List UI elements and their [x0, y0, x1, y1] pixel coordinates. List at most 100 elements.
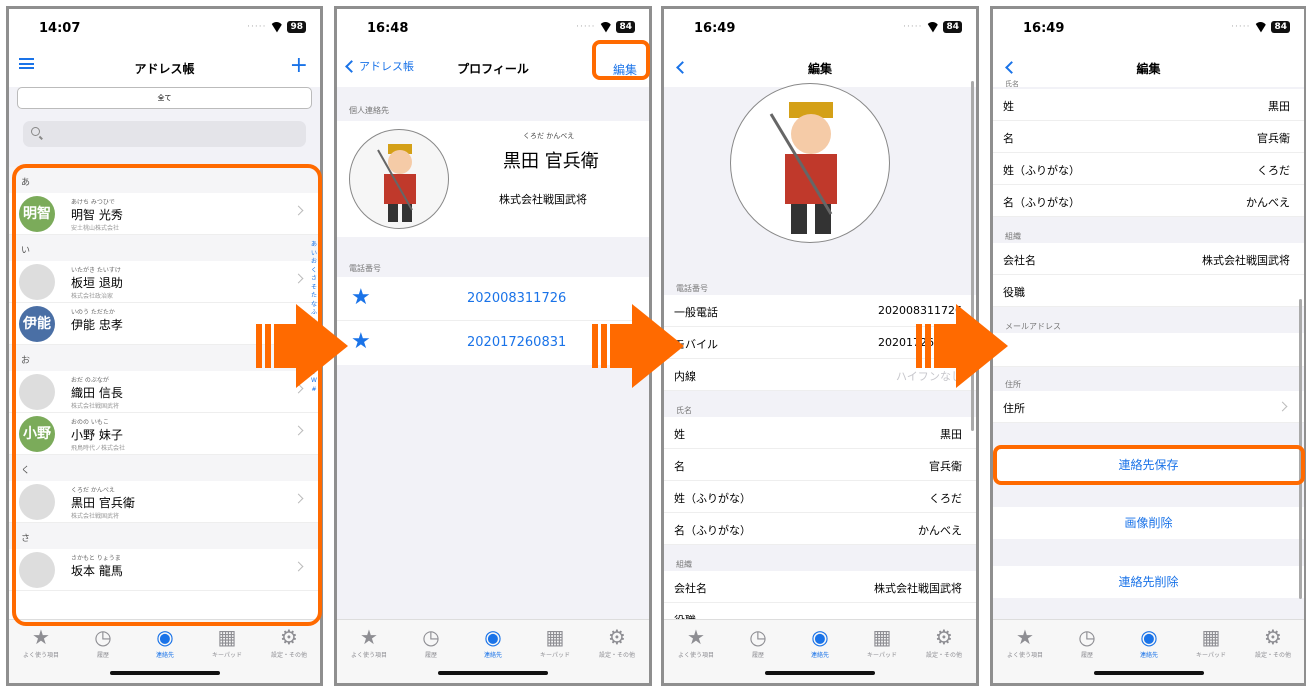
form-row[interactable]: 姓（ふりがな） くろだ — [664, 481, 976, 513]
tab-keypad[interactable]: ▦ キーパッド — [525, 626, 585, 659]
profile-card: くろだ かんべえ 黒田 官兵衛 株式会社戦国武将 — [337, 121, 649, 237]
field-value: 官兵衛 — [929, 460, 962, 473]
delete-contact-button[interactable]: 連絡先削除 — [993, 566, 1304, 598]
gear-icon: ⚙ — [280, 625, 298, 649]
form-row[interactable]: 名（ふりがな） かんべえ — [664, 513, 976, 545]
gear-icon: ⚙ — [608, 625, 626, 649]
field-label: 名（ふりがな） — [674, 524, 751, 537]
tab-clock[interactable]: ◷ 履歴 — [1057, 626, 1117, 659]
search-input[interactable] — [23, 121, 306, 147]
field-label: 名 — [674, 460, 685, 473]
tab-clock[interactable]: ◷ 履歴 — [401, 626, 461, 659]
avatar-editable[interactable] — [730, 83, 890, 243]
tab-star[interactable]: ★ よく使う項目 — [339, 626, 399, 659]
tab-label: よく使う項目 — [1006, 652, 1043, 659]
person-circle-icon: ◉ — [156, 625, 174, 649]
form-row[interactable]: 会社名 株式会社戦国武将 — [664, 571, 976, 603]
contact-company: 株式会社戦国武将 — [499, 193, 587, 206]
tab-gear[interactable]: ⚙ 設定・その他 — [587, 626, 647, 659]
tab-clock[interactable]: ◷ 履歴 — [728, 626, 788, 659]
tab-person-circle[interactable]: ◉ 連絡先 — [463, 626, 523, 659]
field-label: 会社名 — [1003, 254, 1036, 267]
gear-icon: ⚙ — [1264, 625, 1282, 649]
clock-icon: ◷ — [94, 625, 112, 649]
star-icon: ★ — [360, 625, 378, 649]
form-row[interactable]: 役職 — [993, 275, 1304, 307]
battery-indicator: 84 — [1271, 21, 1290, 33]
section-label-org: 組織 — [676, 560, 692, 569]
tab-gear[interactable]: ⚙ 設定・その他 — [1243, 626, 1303, 659]
form-row[interactable]: 名（ふりがな） かんべえ — [993, 185, 1304, 217]
tab-label: キーパッド — [540, 652, 570, 659]
tab-label: よく使う項目 — [677, 652, 714, 659]
tab-keypad[interactable]: ▦ キーパッド — [197, 626, 257, 659]
tab-keypad[interactable]: ▦ キーパッド — [852, 626, 912, 659]
field-label: 姓（ふりがな） — [1003, 164, 1080, 177]
tab-label: 設定・その他 — [598, 652, 635, 659]
battery-indicator: 98 — [287, 21, 306, 33]
field-value: 黒田 — [940, 428, 962, 441]
tab-label: 履歴 — [751, 652, 764, 659]
tab-label: よく使う項目 — [22, 652, 59, 659]
keypad-icon: ▦ — [1201, 625, 1221, 649]
section-label-mail: メールアドレス — [1005, 322, 1061, 331]
wifi-icon — [1254, 22, 1267, 32]
field-label: 姓 — [1003, 100, 1014, 113]
samurai-illustration — [377, 144, 416, 222]
highlight-save-button — [993, 445, 1305, 485]
chevron-right-icon — [1277, 401, 1288, 412]
filter-segment-all[interactable]: 全て — [17, 87, 312, 109]
screen-edit-bottom: 16:49 ····· 84 編集 氏名 姓 黒田名 官兵衛 姓（ふりがな） くろだ 名（ふ… — [990, 6, 1306, 686]
tab-star[interactable]: ★ よく使う項目 — [995, 626, 1055, 659]
tab-star[interactable]: ★ よく使う項目 — [666, 626, 726, 659]
address-row[interactable]: 住所 — [993, 391, 1304, 423]
form-row[interactable]: 姓（ふりがな） くろだ — [993, 153, 1304, 185]
delete-image-button[interactable]: 画像削除 — [993, 507, 1304, 539]
search-icon — [31, 127, 40, 136]
email-field[interactable] — [993, 333, 1304, 367]
tab-gear[interactable]: ⚙ 設定・その他 — [259, 626, 319, 659]
tab-star[interactable]: ★ よく使う項目 — [11, 626, 71, 659]
tab-label: 履歴 — [96, 652, 109, 659]
field-value: くろだ — [1257, 164, 1290, 177]
field-value: 黒田 — [1268, 100, 1290, 113]
section-label-org: 組織 — [1005, 232, 1021, 241]
form-row[interactable]: 会社名 株式会社戦国武将 — [993, 243, 1304, 275]
form-row[interactable]: 姓 黒田 — [664, 417, 976, 449]
tab-clock[interactable]: ◷ 履歴 — [73, 626, 133, 659]
status-bar: 14:07 ····· 98 — [9, 9, 320, 51]
tab-label: 設定・その他 — [925, 652, 962, 659]
tab-person-circle[interactable]: ◉ 連絡先 — [1119, 626, 1179, 659]
avatar — [349, 129, 449, 229]
tab-label: 連絡先 — [1139, 652, 1158, 659]
tab-gear[interactable]: ⚙ 設定・その他 — [914, 626, 974, 659]
tab-label: 連絡先 — [483, 652, 502, 659]
form-row[interactable]: 姓 黒田 — [993, 89, 1304, 121]
field-value: 官兵衛 — [1257, 132, 1290, 145]
nav-bar: アドレス帳 + — [9, 51, 320, 87]
clock-icon: ◷ — [422, 625, 440, 649]
form-row[interactable]: 名 官兵衛 — [993, 121, 1304, 153]
tab-person-circle[interactable]: ◉ 連絡先 — [790, 626, 850, 659]
field-value: 株式会社戦国武将 — [874, 582, 962, 595]
nav-bar: 編集 — [993, 51, 1304, 87]
battery-indicator: 84 — [616, 21, 635, 33]
field-value: くろだ — [929, 492, 962, 505]
field-value: かんべえ — [918, 524, 962, 537]
page-title: アドレス帳 — [134, 62, 195, 76]
person-circle-icon: ◉ — [1140, 625, 1158, 649]
section-label-name: 氏名 — [676, 406, 692, 415]
status-time: 16:48 — [367, 21, 409, 36]
clock-icon: ◷ — [1078, 625, 1096, 649]
tab-person-circle[interactable]: ◉ 連絡先 — [135, 626, 195, 659]
add-contact-button[interactable]: + — [290, 55, 308, 77]
field-label: 姓 — [674, 428, 685, 441]
page-title: 編集 — [807, 62, 832, 76]
tab-keypad[interactable]: ▦ キーパッド — [1181, 626, 1241, 659]
form-row[interactable]: 名 官兵衛 — [664, 449, 976, 481]
home-indicator — [109, 671, 220, 675]
tab-label: 連絡先 — [810, 652, 829, 659]
field-label: 名 — [1003, 132, 1014, 145]
star-icon: ★ — [32, 625, 50, 649]
keypad-icon: ▦ — [217, 625, 237, 649]
